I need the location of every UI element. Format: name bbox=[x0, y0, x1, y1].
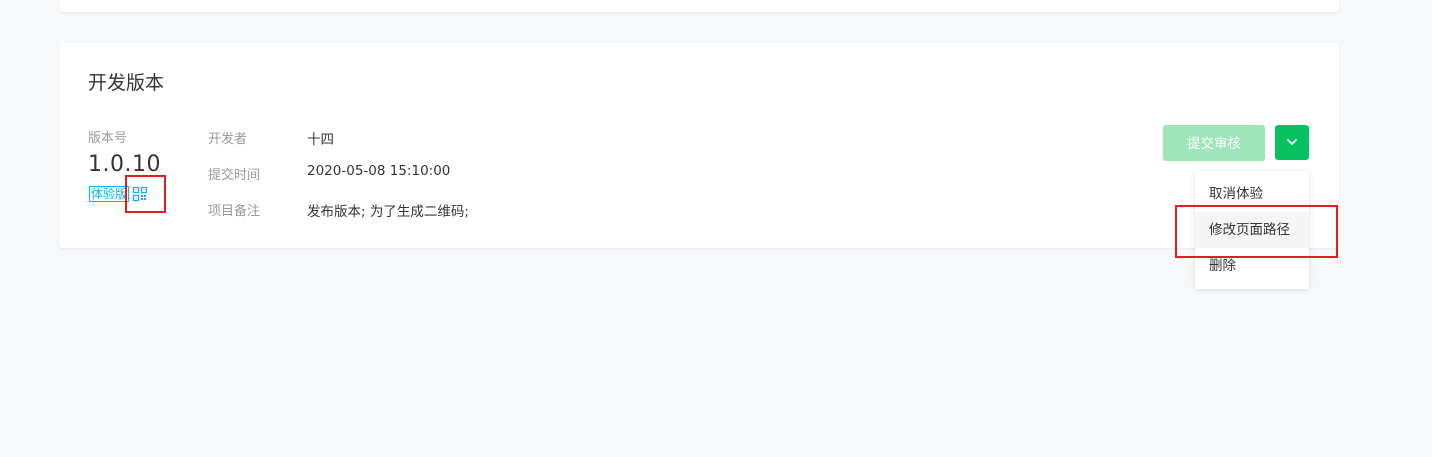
submit-review-button[interactable]: 提交审核 bbox=[1163, 125, 1265, 161]
version-label: 版本号 bbox=[88, 131, 128, 146]
menu-item-edit-page-path[interactable]: 修改页面路径 bbox=[1195, 212, 1309, 248]
dev-version-card: 开发版本 版本号 1.0.10 体验版 开发者 十四 提交时间 2020-05-… bbox=[59, 43, 1339, 248]
project-note-label: 项目备注 bbox=[208, 204, 261, 219]
version-number: 1.0.10 bbox=[88, 152, 161, 177]
project-note-value: 发布版本; 为了生成二维码; bbox=[307, 204, 469, 220]
previous-card bbox=[59, 0, 1339, 12]
chevron-down-icon bbox=[1287, 139, 1297, 145]
submit-time-label: 提交时间 bbox=[208, 168, 261, 183]
experience-badge: 体验版 bbox=[89, 186, 130, 202]
actions-dropdown-menu: 取消体验 修改页面路径 删除 bbox=[1195, 171, 1309, 289]
developer-value: 十四 bbox=[307, 132, 334, 148]
menu-item-cancel-experience[interactable]: 取消体验 bbox=[1195, 176, 1309, 212]
submit-time-value: 2020-05-08 15:10:00 bbox=[307, 163, 451, 179]
menu-item-delete[interactable]: 删除 bbox=[1195, 248, 1309, 284]
more-actions-button[interactable] bbox=[1275, 125, 1309, 160]
developer-label: 开发者 bbox=[208, 132, 248, 147]
section-title: 开发版本 bbox=[88, 72, 165, 94]
qrcode-icon[interactable] bbox=[132, 186, 148, 202]
